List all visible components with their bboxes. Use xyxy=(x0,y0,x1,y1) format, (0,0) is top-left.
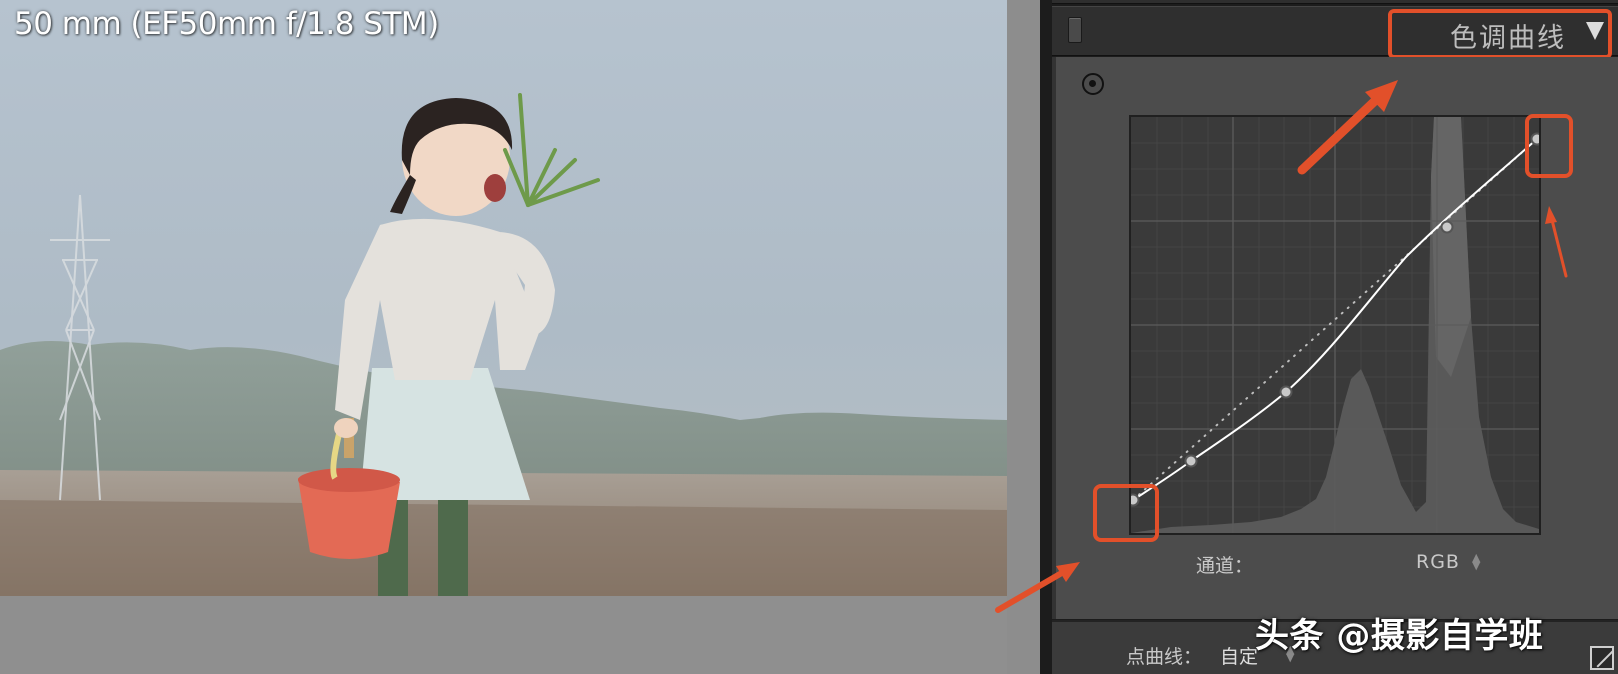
channel-select[interactable]: RGB xyxy=(1416,551,1460,573)
curve-svg xyxy=(1131,117,1539,533)
photo-preview: 50 mm (EF50mm f/1.8 STM) xyxy=(0,0,1007,596)
lens-info-label: 50 mm (EF50mm f/1.8 STM) xyxy=(14,6,439,42)
linear-curve-icon[interactable] xyxy=(1590,646,1614,670)
lightroom-develop-screen: 50 mm (EF50mm f/1.8 STM) 色调曲线 通道： RGB ▲ … xyxy=(0,0,1618,674)
updown-chevron-icon[interactable]: ▲ ▼ xyxy=(1472,552,1480,571)
curve-point-midtones[interactable] xyxy=(1279,385,1293,399)
watermark-text: 头条 @摄影自学班 xyxy=(1255,616,1544,656)
develop-right-panel: 色调曲线 通道： RGB ▲ ▼ 点曲线： 自定 ▲ ▼ xyxy=(1040,0,1618,674)
photo-image xyxy=(0,0,1007,596)
curve-point-shadows[interactable] xyxy=(1184,454,1198,468)
targeted-adjustment-icon[interactable] xyxy=(1082,73,1104,95)
tone-curve-section: 通道： RGB ▲ ▼ xyxy=(1052,57,1618,619)
point-curve-label: 点曲线： xyxy=(1126,646,1203,668)
channel-label: 通道： xyxy=(1196,555,1254,577)
curve-point-white[interactable] xyxy=(1530,132,1540,146)
previous-section-edge xyxy=(1052,0,1618,4)
title-highlight-box xyxy=(1388,9,1612,59)
panel-enable-toggle[interactable] xyxy=(1068,17,1082,43)
channel-row: 通道： RGB ▲ ▼ xyxy=(1056,551,1618,581)
tone-curve-header[interactable]: 色调曲线 xyxy=(1052,6,1618,59)
curve-point-highlights[interactable] xyxy=(1440,220,1454,234)
point-curve-select[interactable]: 自定 xyxy=(1220,642,1258,669)
tone-curve-graph[interactable] xyxy=(1129,115,1541,535)
curve-point-black[interactable] xyxy=(1131,493,1140,507)
